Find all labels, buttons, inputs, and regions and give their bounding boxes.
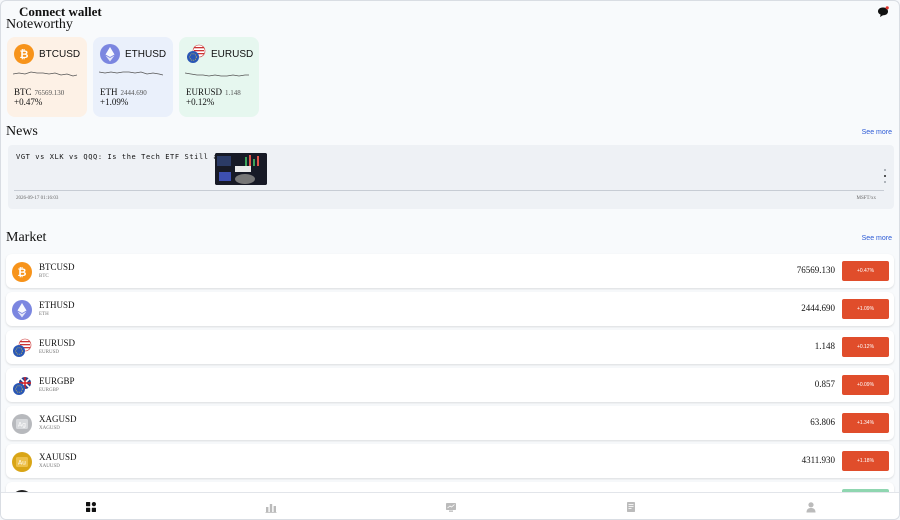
change-badge[interactable]: +1.34% xyxy=(842,413,889,433)
change-badge[interactable]: +0.47% xyxy=(842,261,889,281)
app-window: Connect wallet Noteworthy ₿ BTCUSD BTC 76… xyxy=(0,0,900,520)
change-badge[interactable]: +1.09% xyxy=(842,299,889,319)
noteworthy-card-btcusd[interactable]: ₿ BTCUSD BTC 76569.130 +0.47% xyxy=(7,37,87,117)
nav-markets[interactable] xyxy=(251,501,291,513)
silver-icon: Ag xyxy=(12,414,32,434)
eurusd-flag-icon xyxy=(187,44,206,63)
ethereum-icon xyxy=(12,300,32,320)
market-symbol: EURUSD xyxy=(39,338,76,348)
nav-trade[interactable] xyxy=(431,501,471,513)
change-badge[interactable]: +1.18% xyxy=(842,451,889,471)
bottom-nav xyxy=(1,492,899,519)
chat-bubble-icon[interactable] xyxy=(877,6,889,18)
markets-icon xyxy=(265,504,277,513)
market-row-btcusd[interactable]: ₿ BTCUSD BTC 76569.130 +0.47% xyxy=(6,254,894,288)
card-symbol: ETHUSD xyxy=(125,49,167,60)
news-pager[interactable] xyxy=(884,169,886,183)
gold-icon: Au xyxy=(12,452,32,472)
market-symbol: ETHUSD xyxy=(39,300,75,310)
market-price: 76569.130 xyxy=(796,265,835,275)
news-card[interactable]: VGT vs XLK vs QQQ: Is the Tech ETF Still… xyxy=(8,145,894,209)
nav-home[interactable] xyxy=(71,501,111,513)
market-price: 1.148 xyxy=(814,341,835,351)
trade-icon xyxy=(446,503,456,512)
card-price: 1.148 xyxy=(225,89,241,97)
nav-orders[interactable] xyxy=(611,501,651,513)
noteworthy-cards: ₿ BTCUSD BTC 76569.130 +0.47% ETHUSD ETH 2… xyxy=(7,37,259,117)
card-symbol: EURUSD xyxy=(211,49,254,60)
noteworthy-title: Noteworthy xyxy=(6,17,73,32)
market-list: ₿ BTCUSD BTC 76569.130 +0.47% ETHUSD ETH… xyxy=(6,254,894,519)
news-thumbnail xyxy=(215,153,267,185)
market-see-more-link[interactable]: See more xyxy=(862,235,892,242)
sparkline xyxy=(13,71,77,77)
market-price: 4311.930 xyxy=(801,455,835,465)
market-symbol: XAGUSD xyxy=(39,414,77,424)
market-row-xagusd[interactable]: Ag XAGUSD XAGUSD 63.806 +1.34% xyxy=(6,406,894,440)
svg-text:Ag: Ag xyxy=(18,422,26,429)
card-price: 2444.690 xyxy=(120,89,147,97)
orders-icon xyxy=(627,502,635,512)
card-base: EURUSD xyxy=(186,87,223,97)
market-subtitle: XAUUSD xyxy=(39,464,60,469)
market-price: 2444.690 xyxy=(801,303,835,313)
news-title: News xyxy=(6,124,38,139)
eurusd-flag-icon xyxy=(13,338,32,357)
market-symbol: BTCUSD xyxy=(39,262,75,272)
news-headline[interactable]: VGT vs XLK vs QQQ: Is the Tech ETF Still… xyxy=(16,153,242,161)
change-badge[interactable]: +0.09% xyxy=(842,375,889,395)
market-symbol: EURGBP xyxy=(39,376,75,386)
market-row-eurusd[interactable]: EURUSD EURUSD 1.148 +0.12% xyxy=(6,330,894,364)
market-subtitle: XAGUSD xyxy=(39,426,60,431)
market-price: 63.806 xyxy=(810,417,835,427)
market-row-xauusd[interactable]: Au XAUUSD XAUUSD 4311.930 +1.18% xyxy=(6,444,894,478)
eurgbp-flag-icon xyxy=(13,377,31,395)
market-subtitle: EURUSD xyxy=(39,350,60,355)
news-date: 2026-09-17 01:16:03 xyxy=(16,196,59,201)
market-row-eurgbp[interactable]: EURGBP EURGBP 0.857 +0.09% xyxy=(6,368,894,402)
market-symbol: XAUUSD xyxy=(39,452,77,462)
sparkline xyxy=(99,71,163,76)
noteworthy-card-eurusd[interactable]: EURUSD EURUSD 1.148 +0.12% xyxy=(179,37,259,117)
ethereum-icon xyxy=(100,44,120,64)
card-price: 76569.130 xyxy=(34,89,65,97)
card-base: ETH xyxy=(100,87,118,97)
card-symbol: BTCUSD xyxy=(39,49,81,60)
news-source: MSFT/xx xyxy=(856,196,876,201)
card-change: +0.12% xyxy=(186,97,215,107)
nav-profile[interactable] xyxy=(791,501,831,513)
change-badge[interactable]: +0.12% xyxy=(842,337,889,357)
card-base: BTC xyxy=(14,87,32,97)
sparkline xyxy=(185,72,249,77)
home-icon xyxy=(86,502,96,512)
bitcoin-icon: ₿ xyxy=(12,262,32,282)
market-subtitle: ETH xyxy=(39,312,49,317)
svg-text:₿: ₿ xyxy=(20,48,29,61)
svg-text:Au: Au xyxy=(18,460,26,467)
market-subtitle: EURGBP xyxy=(39,388,59,393)
market-price: 0.857 xyxy=(814,379,835,389)
noteworthy-card-ethusd[interactable]: ETHUSD ETH 2444.690 +1.09% xyxy=(93,37,173,117)
svg-text:₿: ₿ xyxy=(18,266,27,279)
card-change: +0.47% xyxy=(14,97,43,107)
card-change: +1.09% xyxy=(100,97,129,107)
profile-icon xyxy=(806,502,816,513)
market-row-ethusd[interactable]: ETHUSD ETH 2444.690 +1.09% xyxy=(6,292,894,326)
news-see-more-link[interactable]: See more xyxy=(862,129,892,136)
market-title: Market xyxy=(6,230,47,245)
news-divider xyxy=(14,190,884,191)
bitcoin-icon: ₿ xyxy=(14,44,34,64)
market-subtitle: BTC xyxy=(39,274,49,279)
